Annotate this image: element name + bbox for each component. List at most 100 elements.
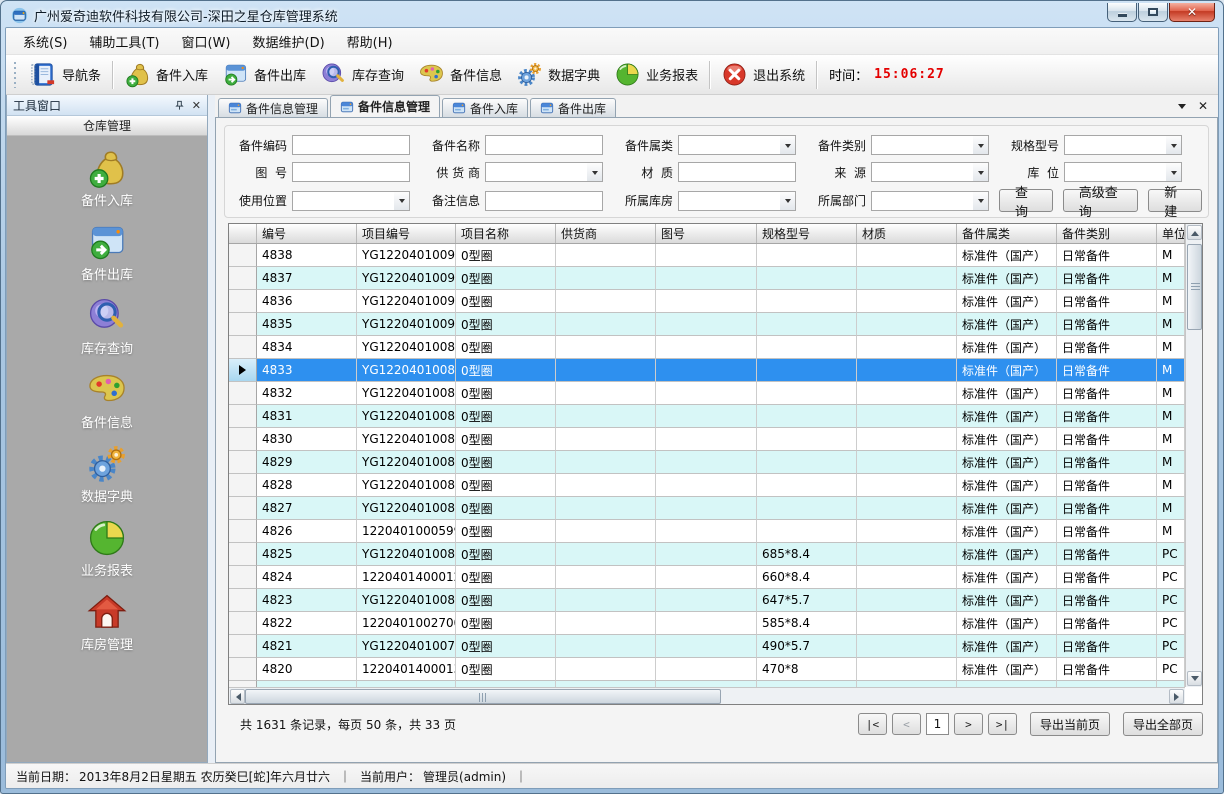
material-input[interactable] (678, 162, 796, 182)
part-category-combo[interactable] (871, 135, 989, 155)
query-button[interactable]: 查询 (999, 189, 1053, 212)
maximize-button[interactable] (1138, 3, 1168, 22)
first-page-button[interactable]: |< (858, 713, 887, 735)
table-row-4829[interactable]: 4829YG122040100840型圈标准件（国产）日常备件M (229, 451, 1185, 474)
table-row-4825[interactable]: 4825YG122040100810型圈685*8.4标准件（国产）日常备件PC (229, 543, 1185, 566)
table-row-4822[interactable]: 482212204010027000型圈585*8.4标准件（国产）日常备件PC (229, 612, 1185, 635)
chevron-down-icon[interactable] (973, 163, 988, 181)
menu-item-3[interactable]: 窗口(W) (171, 28, 242, 55)
page-number-input[interactable]: 1 (926, 713, 949, 735)
table-row-4830[interactable]: 4830YG122040100850型圈标准件（国产）日常备件M (229, 428, 1185, 451)
column-header-材质[interactable]: 材质 (857, 224, 957, 243)
drawing-no-input[interactable] (292, 162, 410, 182)
sidebar-item-库存查询[interactable]: 库存查询 (7, 295, 207, 357)
chevron-down-icon[interactable] (780, 136, 795, 154)
tab-2-备件信息管理[interactable]: 备件信息管理 (330, 95, 440, 117)
scroll-left-icon[interactable] (230, 689, 245, 704)
toolbar-button-导航条[interactable]: 导航条 (23, 58, 108, 91)
sidebar-item-业务报表[interactable]: 业务报表 (7, 517, 207, 579)
menu-item-2[interactable]: 辅助工具(T) (78, 28, 170, 55)
chevron-down-icon[interactable] (973, 136, 988, 154)
sidebar-item-数据字典[interactable]: 数据字典 (7, 443, 207, 505)
part-class-combo[interactable] (678, 135, 796, 155)
chevron-down-icon[interactable] (394, 192, 409, 210)
table-row-4836[interactable]: 4836YG122040100910型圈标准件（国产）日常备件M (229, 290, 1185, 313)
advanced-query-button[interactable]: 高级查询 (1063, 189, 1139, 212)
source-combo[interactable] (871, 162, 989, 182)
usage-position-combo[interactable] (292, 191, 410, 211)
vertical-scrollbar[interactable] (1185, 224, 1202, 687)
table-row-4827[interactable]: 4827YG122040100820型圈标准件（国产）日常备件M (229, 497, 1185, 520)
tab-1-备件信息管理[interactable]: 备件信息管理 (218, 98, 328, 117)
chevron-down-icon[interactable] (973, 192, 988, 210)
column-header-备件属类[interactable]: 备件属类 (957, 224, 1057, 243)
table-row-4838[interactable]: 4838YG122040100930型圈标准件（国产）日常备件M (229, 244, 1185, 267)
tab-3-备件入库[interactable]: 备件入库 (442, 98, 528, 117)
table-row-4828[interactable]: 4828YG122040100830型圈标准件（国产）日常备件M (229, 474, 1185, 497)
spec-model-combo[interactable] (1064, 135, 1182, 155)
column-header-图号[interactable]: 图号 (656, 224, 757, 243)
toolbar-grip[interactable] (14, 62, 19, 88)
vertical-scrollbar-thumb[interactable] (1187, 244, 1202, 330)
toolbar-button-库存查询[interactable]: 库存查询 (313, 58, 411, 91)
scroll-right-icon[interactable] (1169, 689, 1184, 704)
menu-item-4[interactable]: 数据维护(D) (242, 28, 336, 55)
last-page-button[interactable]: >| (988, 713, 1017, 735)
tab-list-dropdown-icon[interactable] (1178, 104, 1186, 113)
part-name-input[interactable] (485, 135, 603, 155)
column-header-供货商[interactable]: 供货商 (556, 224, 656, 243)
scroll-up-icon[interactable] (1187, 225, 1202, 240)
part-code-input[interactable] (292, 135, 410, 155)
sidebar-item-备件出库[interactable]: 备件出库 (7, 221, 207, 283)
toolbar-button-数据字典[interactable]: 数据字典 (509, 58, 607, 91)
table-row-4820[interactable]: 482012204014000130型圈470*8标准件（国产）日常备件PC (229, 658, 1185, 681)
toolbar-button-业务报表[interactable]: 业务报表 (607, 58, 705, 91)
sidebar-item-备件信息[interactable]: 备件信息 (7, 369, 207, 431)
panel-close-icon[interactable]: ✕ (192, 100, 201, 111)
table-row-4826[interactable]: 482612204010005990型圈标准件（国产）日常备件M (229, 520, 1185, 543)
column-header-单位[interactable]: 单位 (1157, 224, 1185, 243)
column-header-备件类别[interactable]: 备件类别 (1057, 224, 1157, 243)
tab-close-icon[interactable]: ✕ (1198, 100, 1208, 112)
toolbar-button-备件出库[interactable]: 备件出库 (215, 58, 313, 91)
menu-item-1[interactable]: 系统(S) (12, 28, 78, 55)
horizontal-scrollbar[interactable] (229, 687, 1185, 704)
horizontal-scrollbar-thumb[interactable] (245, 689, 721, 704)
column-header-编号[interactable]: 编号 (257, 224, 357, 243)
next-page-button[interactable]: > (954, 713, 983, 735)
sidebar-item-库房管理[interactable]: 库房管理 (7, 591, 207, 653)
table-row-4831[interactable]: 4831YG122040100860型圈标准件（国产）日常备件M (229, 405, 1185, 428)
table-row-4835[interactable]: 4835YG122040100900型圈标准件（国产）日常备件M (229, 313, 1185, 336)
scroll-down-icon[interactable] (1187, 671, 1202, 686)
column-header-项目名称[interactable]: 项目名称 (456, 224, 556, 243)
sidebar-item-备件入库[interactable]: 备件入库 (7, 147, 207, 209)
table-row-4837[interactable]: 4837YG122040100920型圈标准件（国产）日常备件M (229, 267, 1185, 290)
close-button[interactable]: ✕ (1169, 3, 1215, 22)
table-row-4832[interactable]: 4832YG122040100870型圈标准件（国产）日常备件M (229, 382, 1185, 405)
table-row-4823[interactable]: 4823YG122040100800型圈647*5.7标准件（国产）日常备件PC (229, 589, 1185, 612)
table-row-4821[interactable]: 4821YG122040100790型圈490*5.7标准件（国产）日常备件PC (229, 635, 1185, 658)
export-current-page-button[interactable]: 导出当前页 (1030, 712, 1110, 736)
chevron-down-icon[interactable] (1166, 163, 1181, 181)
chevron-down-icon[interactable] (1166, 136, 1181, 154)
export-all-pages-button[interactable]: 导出全部页 (1123, 712, 1203, 736)
table-row-4833[interactable]: 4833YG122040100880型圈标准件（国产）日常备件M (229, 359, 1185, 382)
column-header-规格型号[interactable]: 规格型号 (757, 224, 857, 243)
table-row-4834[interactable]: 4834YG122040100890型圈标准件（国产）日常备件M (229, 336, 1185, 359)
toolbar-button-备件信息[interactable]: 备件信息 (411, 58, 509, 91)
location-combo[interactable] (1064, 162, 1182, 182)
remark-input[interactable] (485, 191, 603, 211)
new-button[interactable]: 新建 (1148, 189, 1202, 212)
tab-4-备件出库[interactable]: 备件出库 (530, 98, 616, 117)
supplier-combo[interactable] (485, 162, 603, 182)
chevron-down-icon[interactable] (780, 192, 795, 210)
sidebar-section-warehouse[interactable]: 仓库管理 (7, 116, 207, 136)
department-combo[interactable] (871, 191, 989, 211)
column-header-selector[interactable] (229, 224, 257, 243)
panel-splitter[interactable] (208, 95, 215, 763)
pin-icon[interactable] (174, 100, 185, 111)
minimize-button[interactable] (1107, 3, 1137, 22)
toolbar-button-备件入库[interactable]: 备件入库 (117, 58, 215, 91)
chevron-down-icon[interactable] (587, 163, 602, 181)
warehouse-combo[interactable] (678, 191, 796, 211)
